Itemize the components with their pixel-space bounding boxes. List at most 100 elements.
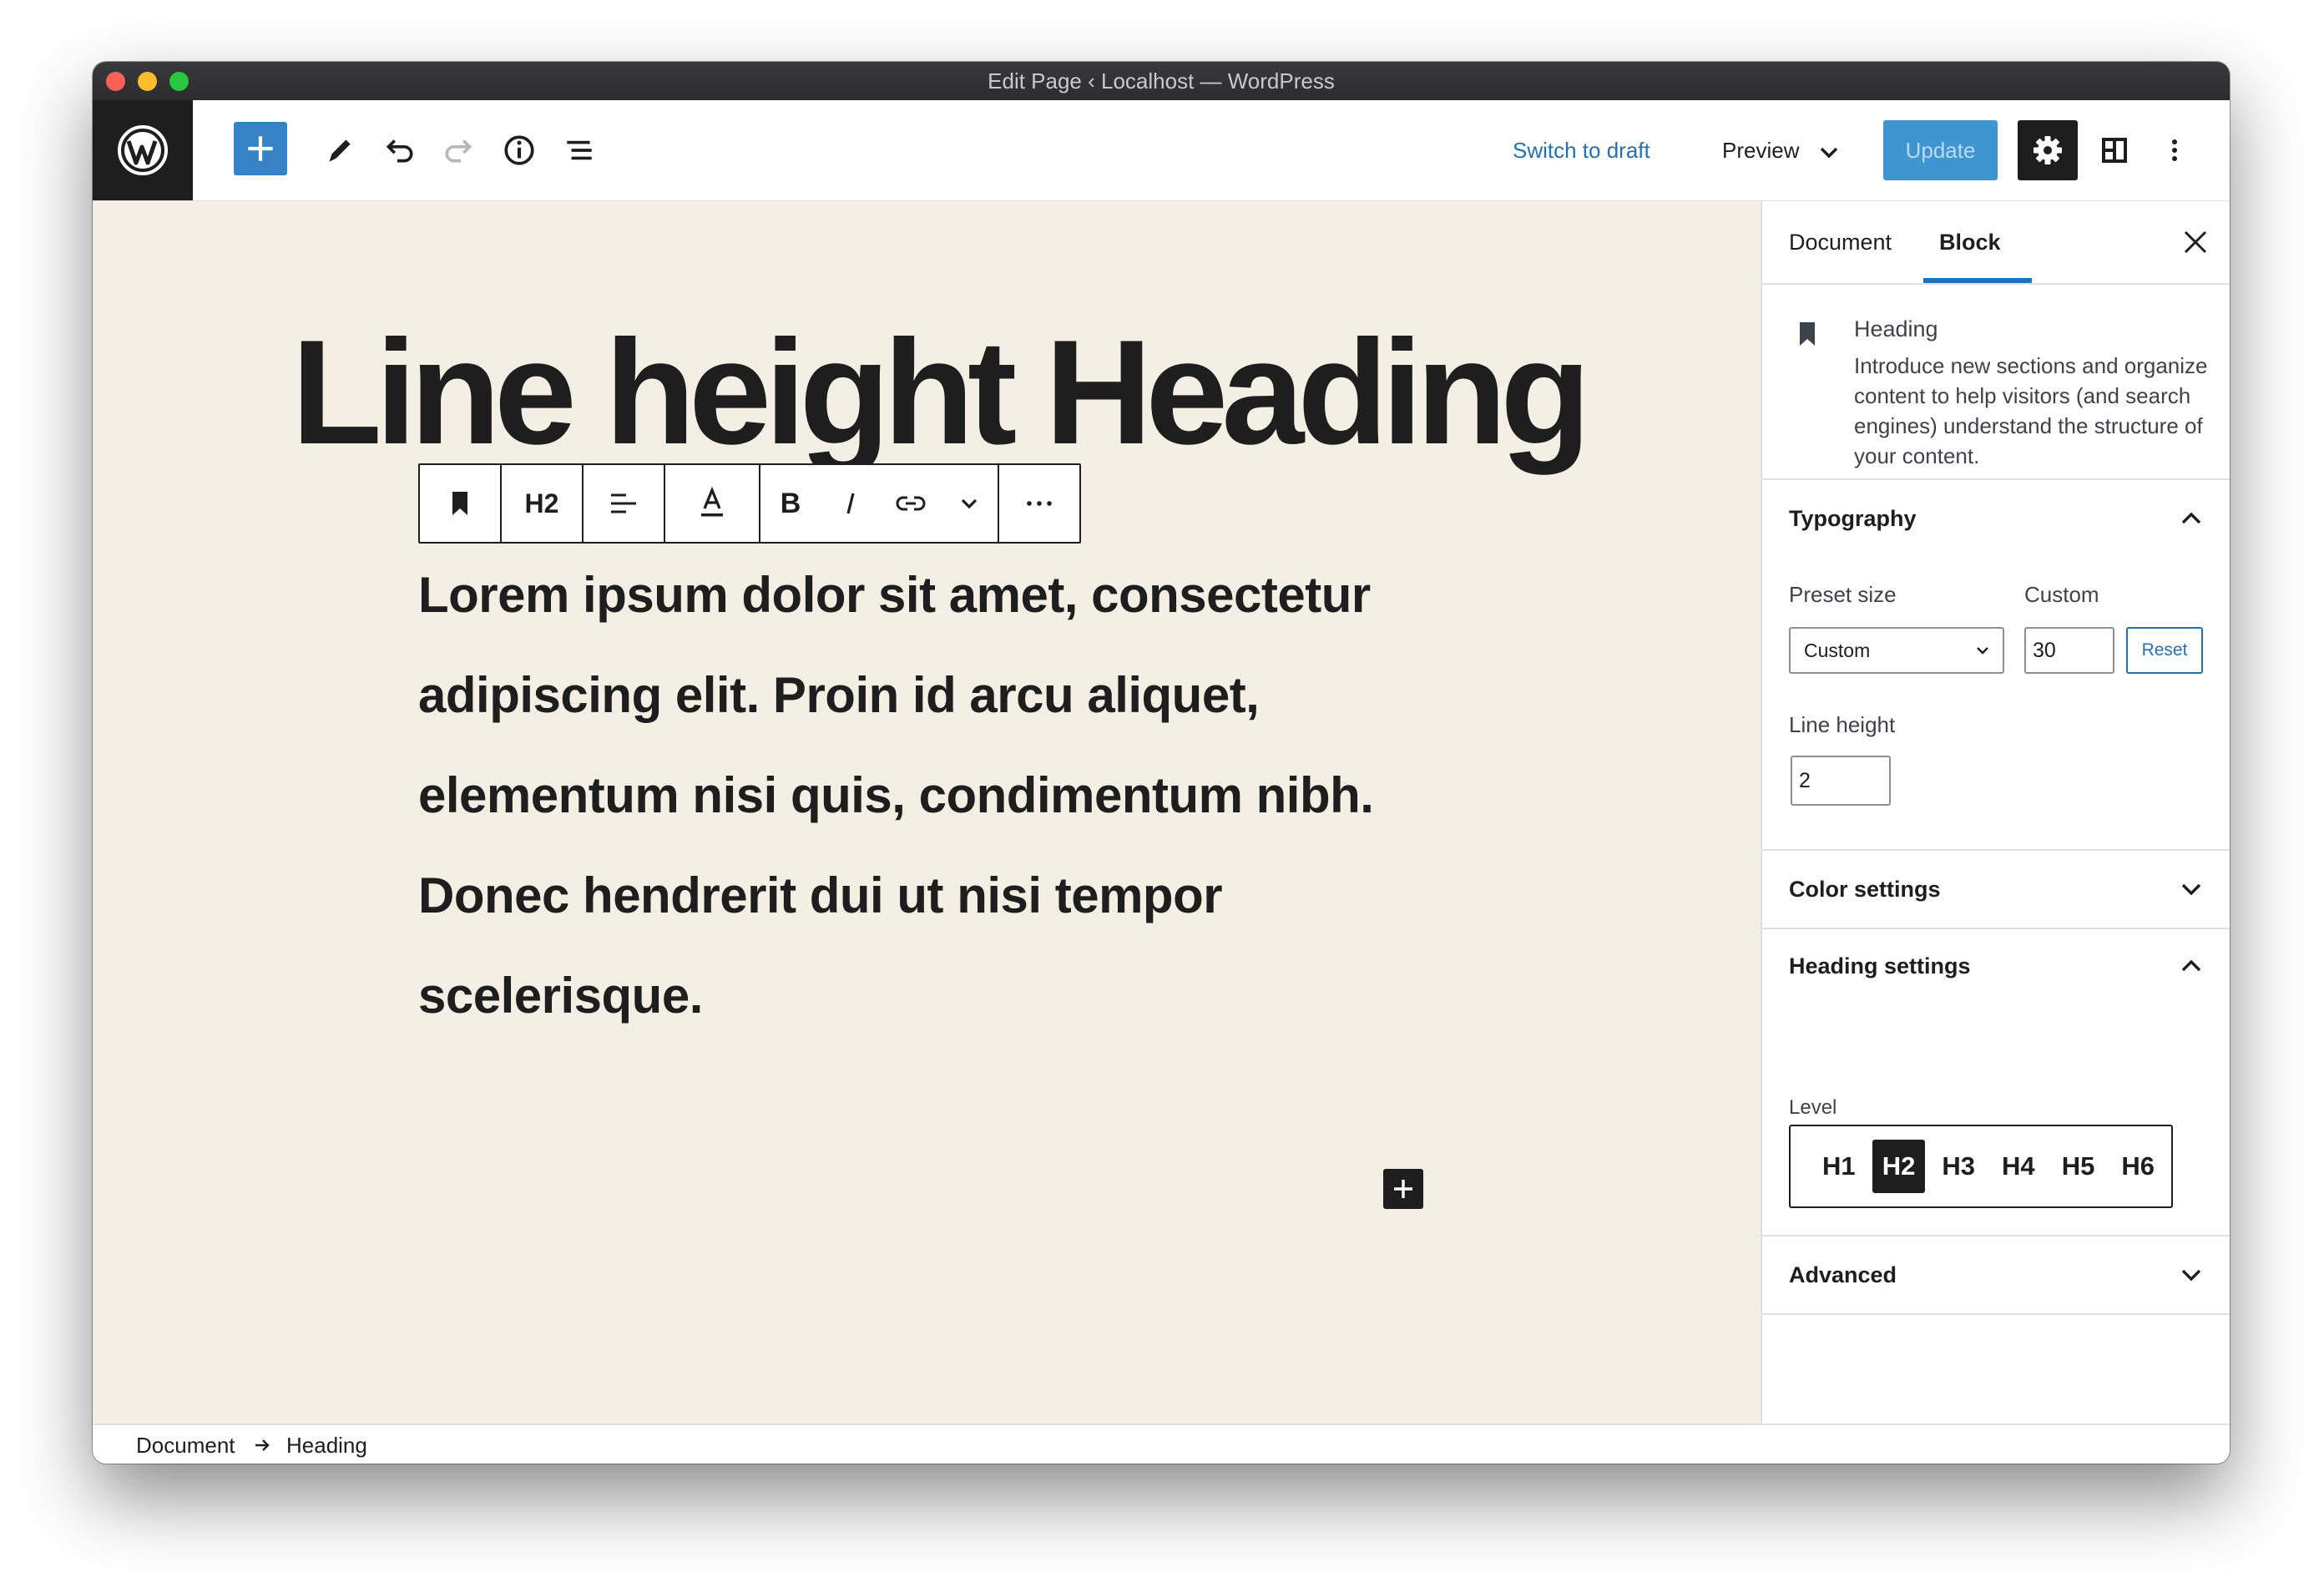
- block-type-group: [420, 465, 502, 542]
- add-block-button[interactable]: [234, 122, 287, 175]
- breadcrumb-bar: Document Heading: [93, 1424, 2230, 1464]
- typography-panel-toggle[interactable]: Typography: [1762, 480, 2230, 557]
- preset-size-value: Custom: [1804, 640, 1871, 661]
- edit-tools-button[interactable]: [310, 121, 368, 180]
- tab-block[interactable]: Block: [1939, 201, 2001, 283]
- update-button[interactable]: Update: [1883, 120, 1998, 180]
- heading-block[interactable]: Line height Heading: [291, 318, 1591, 467]
- block-type-button[interactable]: [420, 465, 500, 542]
- heading-level-group: H2: [502, 465, 584, 542]
- more-vertical-icon: [2172, 139, 2177, 161]
- content-info-button[interactable]: [490, 121, 548, 180]
- redo-button[interactable]: [430, 121, 488, 180]
- chevron-down-icon: [961, 498, 978, 509]
- text-color-group: [665, 465, 760, 542]
- custom-font-size-input[interactable]: [2024, 627, 2114, 674]
- plus-icon: [1394, 1180, 1412, 1198]
- more-options-group: [999, 465, 1079, 542]
- bookmark-icon: [1800, 322, 1815, 346]
- heading-level-button[interactable]: H2: [502, 465, 582, 542]
- ellipsis-icon: [1027, 501, 1052, 506]
- block-card: Heading Introduce new sections and organ…: [1762, 285, 2230, 480]
- reset-font-size-button[interactable]: Reset: [2126, 627, 2203, 674]
- browser-window: Edit Page ‹ Localhost — WordPress Switch…: [93, 62, 2230, 1464]
- heading-settings-title: Heading settings: [1789, 953, 1971, 979]
- active-tab-indicator: [1923, 278, 2032, 283]
- italic-button[interactable]: [821, 465, 881, 542]
- layout-icon: [2102, 138, 2127, 163]
- link-button[interactable]: [881, 465, 941, 542]
- list-view-icon: [567, 140, 592, 160]
- preset-size-label: Preset size: [1789, 582, 1897, 607]
- bold-button[interactable]: B: [760, 465, 821, 542]
- level-h3-button[interactable]: H3: [1932, 1140, 1985, 1193]
- level-label: Level: [1789, 1096, 1837, 1119]
- tab-document[interactable]: Document: [1789, 201, 1892, 283]
- link-icon: [896, 496, 926, 511]
- formatting-group: B: [760, 465, 999, 542]
- chevron-up-icon: [2181, 959, 2201, 972]
- panel-divider: [1762, 1313, 2230, 1315]
- pencil-icon: [329, 139, 351, 162]
- text-color-icon: [701, 487, 723, 517]
- level-h2-button[interactable]: H2: [1872, 1140, 1926, 1193]
- close-sidebar-button[interactable]: [2171, 218, 2220, 266]
- wordpress-icon: [118, 125, 168, 175]
- editor-canvas: Line height Heading H2 B Lorem ipsum dol…: [93, 201, 1761, 1424]
- options-menu-button[interactable]: [2145, 120, 2205, 180]
- editor-header: Switch to draft Preview Update: [93, 100, 2230, 202]
- switch-to-draft-button[interactable]: Switch to draft: [1513, 100, 1650, 200]
- breadcrumb-heading[interactable]: Heading: [286, 1425, 367, 1464]
- bookmark-icon: [452, 492, 467, 515]
- block-navigation-button[interactable]: [550, 121, 609, 180]
- arrow-right-icon: [255, 1439, 270, 1451]
- block-appender-button[interactable]: [1383, 1169, 1423, 1209]
- level-h4-button[interactable]: H4: [1992, 1140, 2045, 1193]
- chevron-down-icon: [2181, 1269, 2201, 1282]
- chevron-down-icon: [1977, 647, 1988, 655]
- more-options-button[interactable]: [999, 465, 1079, 542]
- line-height-input[interactable]: [1791, 756, 1891, 806]
- block-card-title: Heading: [1854, 316, 1938, 341]
- level-h1-button[interactable]: H1: [1812, 1140, 1866, 1193]
- alignment-group: [584, 465, 665, 542]
- text-color-button[interactable]: [665, 465, 759, 542]
- info-icon: [504, 135, 534, 165]
- wordpress-logo[interactable]: [93, 100, 193, 200]
- heading-level-selector: H1 H2 H3 H4 H5 H6: [1789, 1125, 2173, 1208]
- chevron-down-icon: [1820, 147, 1837, 159]
- level-h6-button[interactable]: H6: [2111, 1140, 2165, 1193]
- preview-button[interactable]: Preview: [1722, 100, 1841, 200]
- block-toolbar: H2 B: [418, 463, 1081, 544]
- chevron-up-icon: [2181, 512, 2201, 524]
- preset-size-select[interactable]: Custom: [1789, 627, 2004, 674]
- line-height-label: Line height: [1789, 712, 1896, 737]
- settings-sidebar: Document Block Heading Introduce new sec…: [1761, 201, 2230, 1424]
- heading-settings-panel-toggle[interactable]: Heading settings: [1762, 928, 2230, 1004]
- paragraph-block[interactable]: Lorem ipsum dolor sit amet, consectetur …: [418, 545, 1403, 1046]
- undo-button[interactable]: [370, 121, 428, 180]
- settings-button[interactable]: [2018, 120, 2078, 180]
- chevron-down-icon: [2181, 883, 2201, 896]
- align-left-icon: [611, 493, 636, 513]
- breadcrumb-document[interactable]: Document: [136, 1425, 235, 1464]
- level-h5-button[interactable]: H5: [2052, 1140, 2105, 1193]
- redo-icon: [445, 139, 472, 163]
- typography-title: Typography: [1789, 506, 1917, 531]
- more-formatting-button[interactable]: [941, 465, 998, 542]
- layout-button[interactable]: [2084, 120, 2145, 180]
- close-icon: [2184, 230, 2207, 254]
- preview-label: Preview: [1722, 138, 1800, 163]
- gear-icon: [2034, 136, 2062, 164]
- plus-icon: [248, 136, 273, 161]
- bold-icon: B: [780, 487, 801, 519]
- title-bar: Edit Page ‹ Localhost — WordPress: [93, 62, 2230, 101]
- color-settings-title: Color settings: [1789, 877, 1941, 902]
- color-settings-panel-toggle[interactable]: Color settings: [1762, 851, 2230, 928]
- align-button[interactable]: [584, 465, 664, 542]
- advanced-panel-toggle[interactable]: Advanced: [1762, 1237, 2230, 1313]
- sidebar-tabs: Document Block: [1762, 201, 2230, 285]
- italic-icon: [846, 493, 855, 514]
- undo-icon: [386, 139, 413, 163]
- advanced-title: Advanced: [1789, 1262, 1897, 1287]
